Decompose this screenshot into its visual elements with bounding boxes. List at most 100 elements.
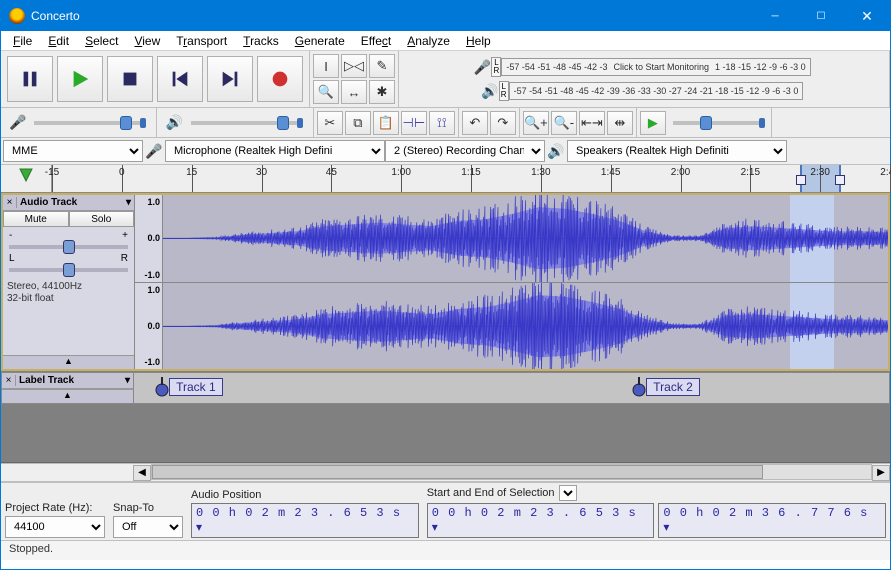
- cut-button[interactable]: ✂: [317, 111, 343, 135]
- waveform-left[interactable]: [163, 195, 888, 282]
- time-ruler[interactable]: -1501530451:001:151:301:452:002:152:302:…: [51, 165, 890, 192]
- label-marker-2[interactable]: Track 2: [632, 377, 700, 397]
- minimize-button[interactable]: ─: [752, 1, 798, 31]
- horizontal-scrollbar[interactable]: ◀ ▶: [1, 463, 890, 481]
- play-speed-slider[interactable]: [673, 121, 763, 125]
- rec-volume: 🎤: [1, 108, 157, 137]
- pause-button[interactable]: [7, 56, 53, 102]
- label-track-close-button[interactable]: ×: [2, 375, 16, 386]
- skip-start-button[interactable]: [157, 56, 203, 102]
- audio-track-close-button[interactable]: ×: [3, 197, 17, 208]
- rec-volume-slider[interactable]: [34, 121, 144, 125]
- audio-track-menu[interactable]: Audio Track▾: [17, 197, 134, 208]
- waveform-right[interactable]: [163, 283, 888, 370]
- menu-transport[interactable]: Transport: [168, 32, 235, 50]
- toolbar-main: I ▷◁ ✎ 🔍 ↔ ✱ 🎤 LR -57 -54 -51 -48 -45 -4…: [1, 51, 890, 108]
- maximize-button[interactable]: ☐: [798, 1, 844, 31]
- label-marker-1[interactable]: Track 1: [155, 377, 223, 397]
- snap-to-label: Snap-To: [113, 502, 183, 514]
- timeshift-tool-icon[interactable]: ↔: [341, 80, 367, 104]
- rec-meter-lr: LR: [491, 57, 501, 77]
- skip-end-button[interactable]: [207, 56, 253, 102]
- sel-handle-left[interactable]: [796, 175, 806, 185]
- rec-meter[interactable]: -57 -54 -51 -48 -45 -42 -3 Click to Star…: [501, 58, 810, 76]
- zoom-out-button[interactable]: 🔍-: [551, 111, 577, 135]
- speaker-icon: 🔊: [163, 114, 184, 131]
- fit-project-button[interactable]: ⇹: [607, 111, 633, 135]
- play-meter-speaker-icon[interactable]: 🔊: [481, 83, 499, 100]
- play-meter[interactable]: -57 -54 -51 -48 -45 -42 -39 -36 -33 -30 …: [509, 82, 804, 100]
- gain-slider[interactable]: [9, 245, 128, 249]
- selection-end-field[interactable]: 0 0 h 0 2 m 3 6 . 7 7 6 s ▾: [658, 503, 886, 538]
- selection-mode-select[interactable]: [559, 485, 577, 501]
- audio-position-field[interactable]: 0 0 h 0 2 m 2 3 . 6 5 3 s ▾: [191, 503, 419, 538]
- title-bar: Concerto ─ ☐ ✕: [1, 1, 890, 31]
- selection-label: Start and End of Selection: [427, 487, 555, 499]
- status-bar: Stopped.: [1, 540, 890, 560]
- stop-button[interactable]: [107, 56, 153, 102]
- sel-handle-right[interactable]: [835, 175, 845, 185]
- tracks-area[interactable]: × Audio Track▾ Mute Solo -+ LR Stereo, 4…: [1, 193, 890, 463]
- scroll-thumb[interactable]: [152, 465, 763, 479]
- menu-file[interactable]: File: [5, 32, 40, 50]
- mic-icon: 🎤: [7, 114, 28, 131]
- undo-button[interactable]: ↶: [462, 111, 488, 135]
- channel-right[interactable]: 1.00.0-1.0: [135, 283, 888, 370]
- mute-button[interactable]: Mute: [3, 211, 69, 227]
- play-button[interactable]: [57, 56, 103, 102]
- scroll-right-button[interactable]: ▶: [872, 465, 890, 481]
- redo-button[interactable]: ↷: [490, 111, 516, 135]
- rec-device-select[interactable]: Microphone (Realtek High Defini: [165, 140, 385, 162]
- rec-channels-select[interactable]: 2 (Stereo) Recording Channels: [385, 140, 545, 162]
- label-track-menu[interactable]: Label Track▾: [16, 375, 133, 386]
- menu-generate[interactable]: Generate: [287, 32, 353, 50]
- playhead-marker-icon[interactable]: [1, 165, 51, 192]
- menu-select[interactable]: Select: [77, 32, 126, 50]
- audio-track-collapse[interactable]: ▲: [3, 355, 134, 369]
- trim-button[interactable]: ⊣⊢: [401, 111, 427, 135]
- label-track-body[interactable]: Track 1 Track 2: [134, 373, 889, 403]
- menu-analyze[interactable]: Analyze: [399, 32, 458, 50]
- solo-button[interactable]: Solo: [69, 211, 135, 227]
- pan-slider[interactable]: [9, 268, 128, 272]
- silence-button[interactable]: ⟟⟟: [429, 111, 455, 135]
- project-rate-select[interactable]: 44100: [5, 516, 105, 538]
- menu-tracks[interactable]: Tracks: [235, 32, 287, 50]
- speaker-icon: 🔊: [545, 143, 567, 160]
- record-button[interactable]: [257, 56, 303, 102]
- draw-tool-icon[interactable]: ✎: [369, 54, 395, 78]
- menu-edit[interactable]: Edit: [40, 32, 77, 50]
- multi-tool-icon[interactable]: ✱: [369, 80, 395, 104]
- rec-meter-hint[interactable]: Click to Start Monitoring: [613, 62, 709, 72]
- waveform-svg: [163, 195, 888, 282]
- selection-tool-icon[interactable]: I: [313, 54, 339, 78]
- label-text[interactable]: Track 2: [646, 378, 700, 396]
- timeline[interactable]: -1501530451:001:151:301:452:002:152:302:…: [1, 165, 890, 193]
- play-volume-slider[interactable]: [191, 121, 301, 125]
- copy-button[interactable]: ⧉: [345, 111, 371, 135]
- play-at-speed-button[interactable]: ▶: [640, 111, 666, 135]
- audio-host-select[interactable]: MME: [3, 140, 143, 162]
- selection-toolbar: Project Rate (Hz): 44100 Snap-To Off Aud…: [1, 481, 890, 540]
- channel-scale: 1.00.0-1.0: [135, 283, 163, 370]
- rec-meter-mic-icon[interactable]: 🎤: [473, 59, 491, 76]
- close-button[interactable]: ✕: [844, 1, 890, 31]
- play-device-select[interactable]: Speakers (Realtek High Definiti: [567, 140, 787, 162]
- envelope-tool-icon[interactable]: ▷◁: [341, 54, 367, 78]
- selection-start-field[interactable]: 0 0 h 0 2 m 2 3 . 6 5 3 s ▾: [427, 503, 655, 538]
- zoom-tool-icon[interactable]: 🔍: [313, 80, 339, 104]
- snap-to-select[interactable]: Off: [113, 516, 183, 538]
- toolbar-secondary: 🎤 🔊 ✂ ⧉ 📋 ⊣⊢ ⟟⟟ ↶ ↷ 🔍+ 🔍- ⇤⇥ ⇹ ▶: [1, 108, 890, 138]
- fit-selection-button[interactable]: ⇤⇥: [579, 111, 605, 135]
- menu-effect[interactable]: Effect: [353, 32, 399, 50]
- label-flag-icon: [632, 377, 646, 397]
- paste-button[interactable]: 📋: [373, 111, 399, 135]
- play-volume: 🔊: [157, 108, 313, 137]
- zoom-in-button[interactable]: 🔍+: [523, 111, 549, 135]
- menu-help[interactable]: Help: [458, 32, 499, 50]
- label-text[interactable]: Track 1: [169, 378, 223, 396]
- channel-left[interactable]: 1.00.0-1.0: [135, 195, 888, 283]
- label-track-collapse[interactable]: ▲: [2, 389, 133, 403]
- scroll-left-button[interactable]: ◀: [133, 465, 151, 481]
- menu-view[interactable]: View: [126, 32, 168, 50]
